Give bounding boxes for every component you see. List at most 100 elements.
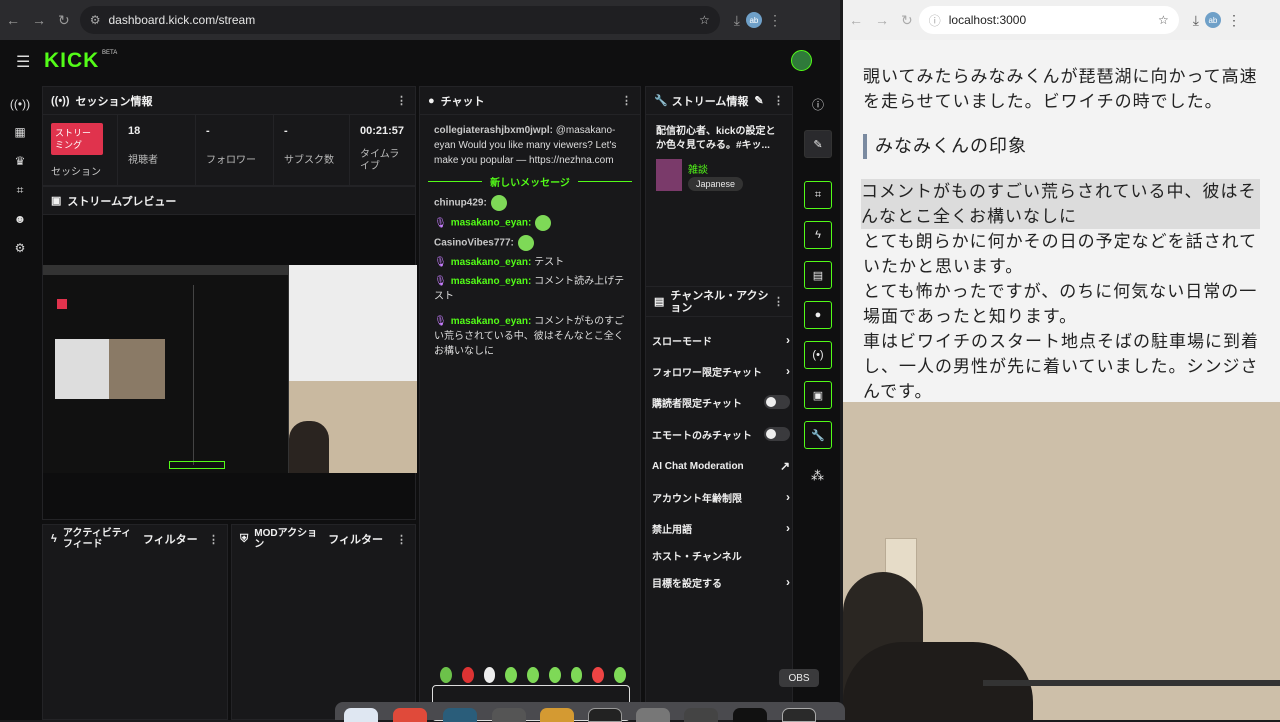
paragraph: とても朗らかに何かその日の予定などを話されていたかと思います。 xyxy=(863,232,1258,276)
analytics-icon[interactable]: ▦ xyxy=(10,122,30,142)
channel-actions-panel: ▤ チャンネル・アクション ⋮ スローモード › フォロワー限定チャット › 購読者… xyxy=(645,286,793,720)
kick-logo[interactable]: KICK xyxy=(44,49,99,73)
subscriber-only-chat-item[interactable]: 購読者限定チャット xyxy=(652,391,790,413)
forward-icon[interactable]: → xyxy=(32,12,46,28)
subscriber-only-toggle[interactable] xyxy=(764,395,790,409)
bookmark-star-icon[interactable]: ☆ xyxy=(699,13,710,27)
ai-chat-moderation-item[interactable]: AI Chat Moderation ↗ xyxy=(652,455,790,477)
emote-only-toggle[interactable] xyxy=(764,427,790,441)
back-icon[interactable]: ← xyxy=(849,12,863,28)
chat-message[interactable]: 🎙 masakano_eyan: xyxy=(434,215,626,231)
wrench-icon[interactable]: 🔧 xyxy=(804,421,832,449)
session-info-panel: ((•)) セッション情報 ⋮ ストリー ミング セッション 18 視聴者 - フォ… xyxy=(42,86,416,186)
slow-mode-item[interactable]: スローモード › xyxy=(652,329,790,351)
panel-header: ((•)) セッション情報 ⋮ xyxy=(43,87,415,115)
mic-badge-icon: 🎙 xyxy=(434,217,447,229)
chat-message[interactable]: CasinoVibes777: xyxy=(434,235,626,251)
more-options-icon[interactable]: ⋮ xyxy=(396,94,407,107)
host-channel-item[interactable]: ホスト・チャンネル xyxy=(652,544,790,566)
emote-icon[interactable] xyxy=(527,667,539,683)
more-options-icon[interactable]: ⋮ xyxy=(208,533,219,546)
chevron-right-icon: › xyxy=(786,575,790,589)
highlighted-text[interactable]: コメントがものすごい荒らされている中、彼はそんなとこ全くお構いなしに xyxy=(861,179,1260,229)
site-info-icon[interactable]: ⚙ xyxy=(90,13,101,27)
lightning-icon[interactable]: ϟ xyxy=(804,221,832,249)
address-bar[interactable]: ⓘ localhost:3000 ☆ xyxy=(918,6,1179,34)
emote-only-chat-item[interactable]: エモートのみチャット xyxy=(652,423,790,445)
reload-icon[interactable]: ↻ xyxy=(901,12,913,29)
beta-label: BETA xyxy=(102,50,118,56)
url-text: dashboard.kick.com/stream xyxy=(108,13,256,27)
back-icon[interactable]: ← xyxy=(6,12,20,28)
forward-icon[interactable]: → xyxy=(875,12,889,28)
chat-panel: ● チャット ⋮ collegiaterashjbxm0jwpl: @masak… xyxy=(419,86,641,721)
bookmark-star-icon[interactable]: ☆ xyxy=(1158,13,1169,27)
emote-icon[interactable] xyxy=(440,667,452,683)
emote-bar xyxy=(436,667,627,683)
site-info-icon[interactable]: ⓘ xyxy=(929,12,941,29)
edit-pencil-icon[interactable]: ✎ xyxy=(804,130,832,158)
set-goal-item[interactable]: 目標を設定する › xyxy=(652,571,790,593)
apps-icon[interactable]: ⁂ xyxy=(811,468,824,484)
more-options-icon[interactable]: ⋮ xyxy=(773,295,784,308)
panel-title: チャット xyxy=(440,95,485,108)
emote-icon[interactable] xyxy=(592,667,605,683)
chat-message[interactable]: collegiaterashjbxm0jwpl: @masakano-eyan … xyxy=(434,123,626,168)
profile-avatar[interactable]: ab xyxy=(1204,12,1221,28)
camera-background xyxy=(843,402,1280,720)
broadcast-icon[interactable]: (•) xyxy=(804,341,832,369)
emote-icon xyxy=(535,215,552,231)
emote-icon[interactable] xyxy=(570,667,583,683)
reload-icon[interactable]: ↻ xyxy=(58,12,70,29)
preview-video[interactable] xyxy=(43,265,417,473)
screenshot-icon[interactable]: ⌗ xyxy=(804,181,832,209)
live-status-button[interactable]: ストリー ミング xyxy=(51,123,103,155)
filter-button[interactable]: フィルター xyxy=(143,531,198,547)
broadcast-icon: ((•)) xyxy=(51,94,70,107)
stream-title: 配信初心者、kickの設定とか色々見てみる。#キッ... xyxy=(656,126,776,151)
document-icon[interactable]: ▤ xyxy=(804,261,832,289)
panel-header: ▣ ストリームプレビュー xyxy=(43,187,415,215)
shield-icon: ⛨ xyxy=(240,532,249,545)
camera-icon: ▣ xyxy=(51,195,62,207)
trophy-icon[interactable]: ♛ xyxy=(10,151,30,171)
emote-icon[interactable] xyxy=(483,667,496,683)
profile-avatar[interactable]: ab xyxy=(745,12,762,28)
clip-icon[interactable]: ⌗ xyxy=(10,180,30,200)
stat-followers: - フォロワー xyxy=(195,115,273,185)
chevron-right-icon: › xyxy=(786,364,790,378)
filter-button[interactable]: フィルター xyxy=(328,531,383,547)
chat-message[interactable]: chinup429: xyxy=(434,195,626,211)
panel-title: セッション情報 xyxy=(75,95,153,108)
chat-message[interactable]: 🎙 masakano_eyan: テスト xyxy=(434,255,626,270)
user-avatar[interactable] xyxy=(791,50,812,71)
emote-icon xyxy=(490,195,507,211)
hamburger-menu-icon[interactable]: ☰ xyxy=(16,52,30,72)
download-icon[interactable]: ⤓ xyxy=(1193,12,1199,29)
chat-message[interactable]: 🎙 masakano_eyan: コメント読み上げテスト xyxy=(434,274,626,304)
chat-icon[interactable]: ● xyxy=(804,301,832,329)
address-bar[interactable]: ⚙ dashboard.kick.com/stream ☆ xyxy=(79,6,720,34)
menu-kebab-icon[interactable]: ⋮ xyxy=(1227,12,1241,29)
settings-gear-icon[interactable]: ⚙ xyxy=(10,238,30,258)
emote-icon[interactable] xyxy=(548,667,561,683)
community-icon[interactable]: ☻ xyxy=(10,209,30,229)
broadcast-icon[interactable]: ((•)) xyxy=(10,94,30,114)
emote-icon[interactable] xyxy=(461,667,474,683)
more-options-icon[interactable]: ⋮ xyxy=(396,533,407,546)
layout-icon[interactable]: ▣ xyxy=(804,381,832,409)
more-options-icon[interactable]: ⋮ xyxy=(621,94,632,107)
emote-icon[interactable] xyxy=(505,667,518,683)
chat-message[interactable]: 🎙 masakano_eyan: コメントがものすごい荒らされている中、彼はそんな… xyxy=(434,314,626,359)
emote-icon[interactable] xyxy=(614,667,627,683)
banned-words-item[interactable]: 禁止用語 › xyxy=(652,517,790,539)
account-age-item[interactable]: アカウント年齢制限 › xyxy=(652,486,790,508)
category-link[interactable]: 雑談 xyxy=(688,161,708,176)
edit-pencil-icon[interactable]: ✎ xyxy=(754,94,763,107)
follower-only-chat-item[interactable]: フォロワー限定チャット › xyxy=(652,360,790,382)
download-icon[interactable]: ⤓ xyxy=(734,12,740,29)
info-icon[interactable]: ⓘ xyxy=(812,96,824,113)
menu-kebab-icon[interactable]: ⋮ xyxy=(768,12,782,29)
more-options-icon[interactable]: ⋮ xyxy=(773,94,784,107)
preview-camera-capture xyxy=(289,381,417,473)
